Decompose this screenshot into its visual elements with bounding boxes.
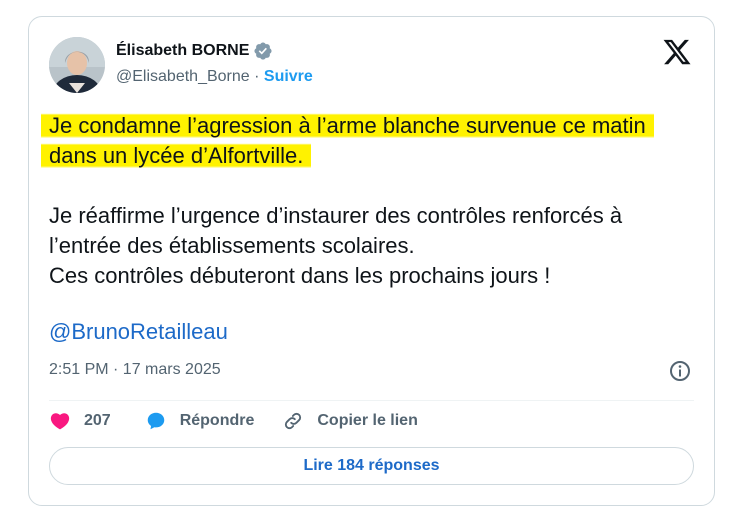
like-button[interactable]: 207 (49, 410, 111, 432)
heart-icon (50, 413, 70, 430)
copy-link-label: Copier le lien (317, 412, 418, 429)
tweet-timestamp[interactable]: 2:51 PM · 17 mars 2025 (49, 361, 221, 379)
divider (49, 400, 694, 401)
reply-label: Répondre (179, 412, 255, 429)
mention-link[interactable]: @BrunoRetailleau (49, 319, 228, 345)
tweet-paragraph-1: Je condamne l’agression à l’arme blanche… (41, 111, 699, 171)
read-replies-label: Lire 184 réponses (303, 457, 440, 474)
avatar[interactable] (49, 37, 105, 93)
verified-badge-icon (254, 42, 272, 60)
tweet-line: Je réaffirme l’urgence d’instaurer des c… (49, 203, 623, 258)
avatar-image (49, 37, 105, 93)
info-icon[interactable] (668, 359, 692, 383)
tweet-text: Je condamne l’agression à l’arme blanche… (41, 111, 699, 291)
author-handle-row: @Elisabeth_Borne · Suivre (116, 68, 313, 86)
separator-dot: · (254, 68, 264, 85)
author-name-row: Élisabeth BORNE (116, 41, 273, 61)
read-replies-button[interactable]: Lire 184 réponses (49, 447, 694, 485)
x-logo-icon[interactable] (662, 37, 692, 67)
copy-link-button[interactable]: Copier le lien (282, 410, 418, 432)
reply-bubble-icon (147, 412, 164, 430)
link-icon (285, 412, 302, 430)
action-bar: 207 Répondre Copier le lien (49, 408, 418, 434)
author-name[interactable]: Élisabeth BORNE (116, 42, 249, 60)
reply-button[interactable]: Répondre (145, 410, 255, 432)
tweet-card: Élisabeth BORNE @Elisabeth_Borne · Suivr… (28, 16, 715, 506)
author-handle[interactable]: @Elisabeth_Borne (116, 68, 250, 85)
follow-button[interactable]: Suivre (264, 68, 313, 85)
like-count: 207 (84, 412, 111, 429)
highlighted-sentence: Je condamne l’agression à l’arme blanche… (41, 111, 654, 170)
tweet-line: Ces contrôles débuteront dans les procha… (49, 263, 551, 288)
tweet-paragraph-2: Je réaffirme l’urgence d’instaurer des c… (49, 201, 699, 291)
